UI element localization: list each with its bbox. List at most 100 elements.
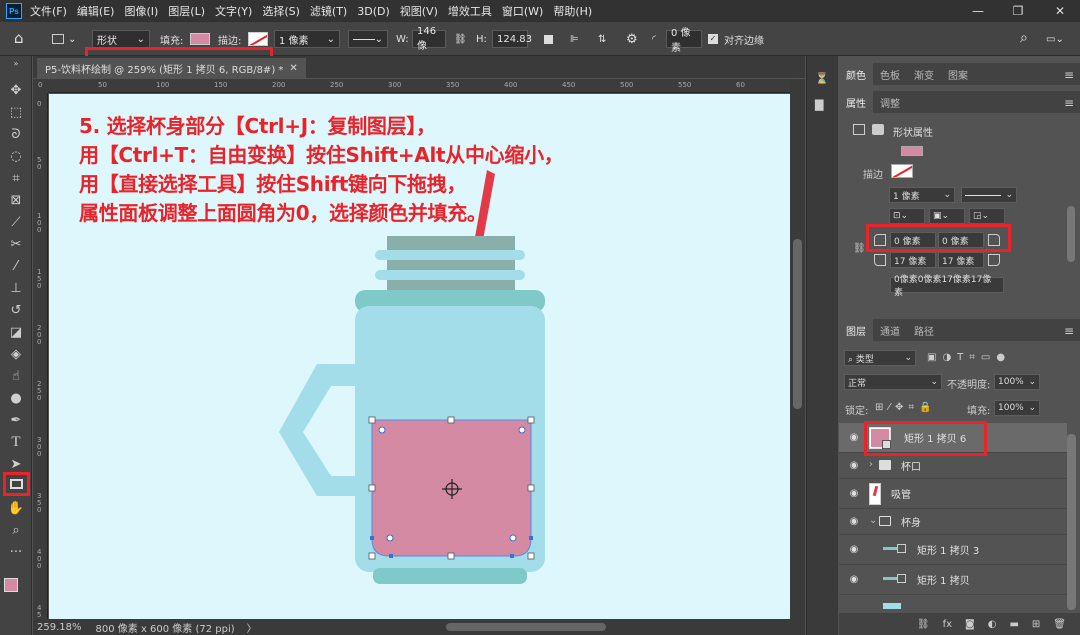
corners-summary-field[interactable]: 0像素0像素17像素17像素 [890,275,1004,298]
stroke-joins-select[interactable]: ◲⌄ [969,208,1005,224]
dodge-tool-icon[interactable]: ● [6,388,26,408]
vertical-scrollbar[interactable] [790,79,805,619]
stroke-width-field[interactable]: 1 像素 ⌄ [274,30,340,48]
lock-icons[interactable]: ⊞⁄✥⌗🔒 [875,402,937,413]
layer-row[interactable]: ◉ 矩形 1 拷贝 3 [839,535,1067,565]
props-scroll-thumb[interactable] [1067,206,1075,262]
menu-window[interactable]: 窗口(W) [502,3,543,19]
quick-select-tool-icon[interactable]: ◌ [6,146,26,166]
group-expand-chevron-icon[interactable]: › [869,459,873,470]
move-tool-icon[interactable]: ✥ [6,80,26,100]
path-alignment-icon[interactable]: ⊫ [570,30,579,48]
layer-row-group[interactable]: ◉ › 杯口 [839,453,1067,479]
document-tab[interactable]: P5-饮料杯绘制 @ 259% (矩形 1 拷贝 6, RGB/8#) * ✕ [37,58,306,78]
status-arrow-icon[interactable]: 〉 [247,620,257,635]
history-icon[interactable]: ⏳ [815,72,831,86]
crop-tool-icon[interactable]: ⌗ [6,168,26,188]
link-layers-icon[interactable]: ⛓ [917,619,930,630]
foreground-color-swatch[interactable] [4,578,18,592]
restore-button[interactable]: ❐ [998,0,1038,22]
corner-br-field[interactable]: 17 像素 [938,252,984,268]
menu-file[interactable]: 文件(F) [30,3,67,19]
home-icon[interactable]: ⌂ [14,29,24,47]
props-fill-swatch[interactable] [901,146,923,156]
menu-help[interactable]: 帮助(H) [553,3,592,19]
opacity-field[interactable]: 100% ⌄ [994,374,1040,390]
layer-row[interactable]: ◉ 吸管 [839,479,1067,509]
menu-plugins[interactable]: 增效工具 [448,3,492,19]
stroke-type-select[interactable]: ⌄ [348,30,388,48]
menu-layer[interactable]: 图层(L) [168,3,205,19]
menu-edit[interactable]: 编辑(E) [77,3,115,19]
close-tab-icon[interactable]: ✕ [289,63,297,74]
collapse-icon[interactable]: » [6,58,26,68]
props-stroke-width[interactable]: 1 像素 ⌄ [889,187,955,203]
panel-menu-icon[interactable]: ≡ [1064,68,1074,82]
height-field[interactable]: 124.83 [492,30,532,48]
layer-row-partial[interactable] [839,595,1067,613]
paint-bucket-tool-icon[interactable]: ◈ [6,344,26,364]
eyedropper-tool-icon[interactable]: ⟋ [6,212,26,232]
visibility-eye-icon[interactable]: ◉ [847,544,861,555]
tab-color[interactable]: 颜色 [839,63,873,85]
healing-brush-tool-icon[interactable]: ✂ [6,234,26,254]
menu-select[interactable]: 选择(S) [262,3,300,19]
visibility-eye-icon[interactable]: ◉ [847,460,861,471]
fx-icon[interactable]: fx [943,619,952,630]
lasso-tool-icon[interactable]: ᘐ [6,124,26,144]
width-field[interactable]: 146 像 [412,26,446,52]
minimize-button[interactable]: — [958,0,998,22]
tab-patterns[interactable]: 图案 [941,63,975,85]
layer-filter-select[interactable]: ⌕ 类型 ⌄ [844,350,916,366]
corner-bl-field[interactable]: 17 像素 [890,252,936,268]
menu-image[interactable]: 图像(I) [124,3,158,19]
tab-layers[interactable]: 图层 [839,319,873,341]
fill-swatch[interactable] [190,30,210,48]
eraser-tool-icon[interactable]: ◪ [6,322,26,342]
path-operations-icon[interactable] [544,30,553,48]
comments-icon[interactable]: ▇ [815,98,831,112]
panel-menu-icon[interactable]: ≡ [1064,96,1074,110]
direct-select-tool-icon[interactable]: ➤ [6,454,26,474]
zoom-level[interactable]: 259.18% [37,622,82,633]
stroke-swatch[interactable] [248,30,268,48]
new-group-icon[interactable]: ▬ [1009,619,1018,630]
workspace-icon[interactable]: ▭⌄ [1046,30,1064,48]
stamp-tool-icon[interactable]: ⊥ [6,278,26,298]
gear-icon[interactable]: ⚙ [626,30,638,48]
blend-mode-select[interactable]: 正常 ⌄ [844,374,942,390]
fill-field[interactable]: 100% ⌄ [994,400,1040,416]
brush-tool-icon[interactable]: ⁄ [6,256,26,276]
shape-mode-select[interactable]: 形状 ⌄ [92,30,150,48]
panel-menu-icon[interactable]: ≡ [1064,324,1074,338]
tab-properties[interactable]: 属性 [839,91,873,113]
canvas[interactable]: 5. 选择杯身部分【Ctrl+J：复制图层】， 用【Ctrl+T：自由变换】按住… [49,94,790,619]
vertical-scroll-thumb[interactable] [793,239,802,409]
layer-row[interactable]: ◉ 矩形 1 拷贝 [839,565,1067,595]
menu-type[interactable]: 文字(Y) [215,3,252,19]
align-edges-checkbox[interactable]: ✓ [708,30,718,48]
visibility-eye-icon[interactable]: ◉ [847,574,861,585]
rectangle-tool-preset-icon[interactable]: ⌄ [52,30,76,48]
add-mask-icon[interactable]: ◙ [965,619,975,630]
more-tools-icon[interactable]: ··· [6,542,26,562]
tab-gradients[interactable]: 渐变 [907,63,941,85]
trash-icon[interactable]: 🗑 [1053,619,1066,630]
mask-icon[interactable] [872,124,884,135]
menu-filter[interactable]: 滤镜(T) [310,3,347,19]
stroke-align-select[interactable]: ⊡⌄ [889,208,925,224]
visibility-eye-icon[interactable]: ◉ [847,432,861,443]
layer-filter-icons[interactable]: ▣◑T⌗▭● [927,352,1011,363]
props-stroke-swatch[interactable] [891,164,913,178]
visibility-eye-icon[interactable]: ◉ [847,516,861,527]
path-arrangement-icon[interactable]: ⇅ [598,30,606,48]
hand-tool-icon[interactable]: ✋ [6,498,26,518]
zoom-tool-icon[interactable]: ⌕ [6,520,26,540]
pen-tool-icon[interactable]: ✒ [6,410,26,430]
tab-swatches[interactable]: 色板 [873,63,907,85]
type-tool-icon[interactable]: T [6,432,26,452]
props-stroke-type[interactable]: ⌄ [961,187,1017,203]
layers-scroll-thumb[interactable] [1067,434,1076,610]
marquee-tool-icon[interactable]: ⬚ [6,102,26,122]
corner-radius-field[interactable]: 0 像素 [666,28,702,54]
